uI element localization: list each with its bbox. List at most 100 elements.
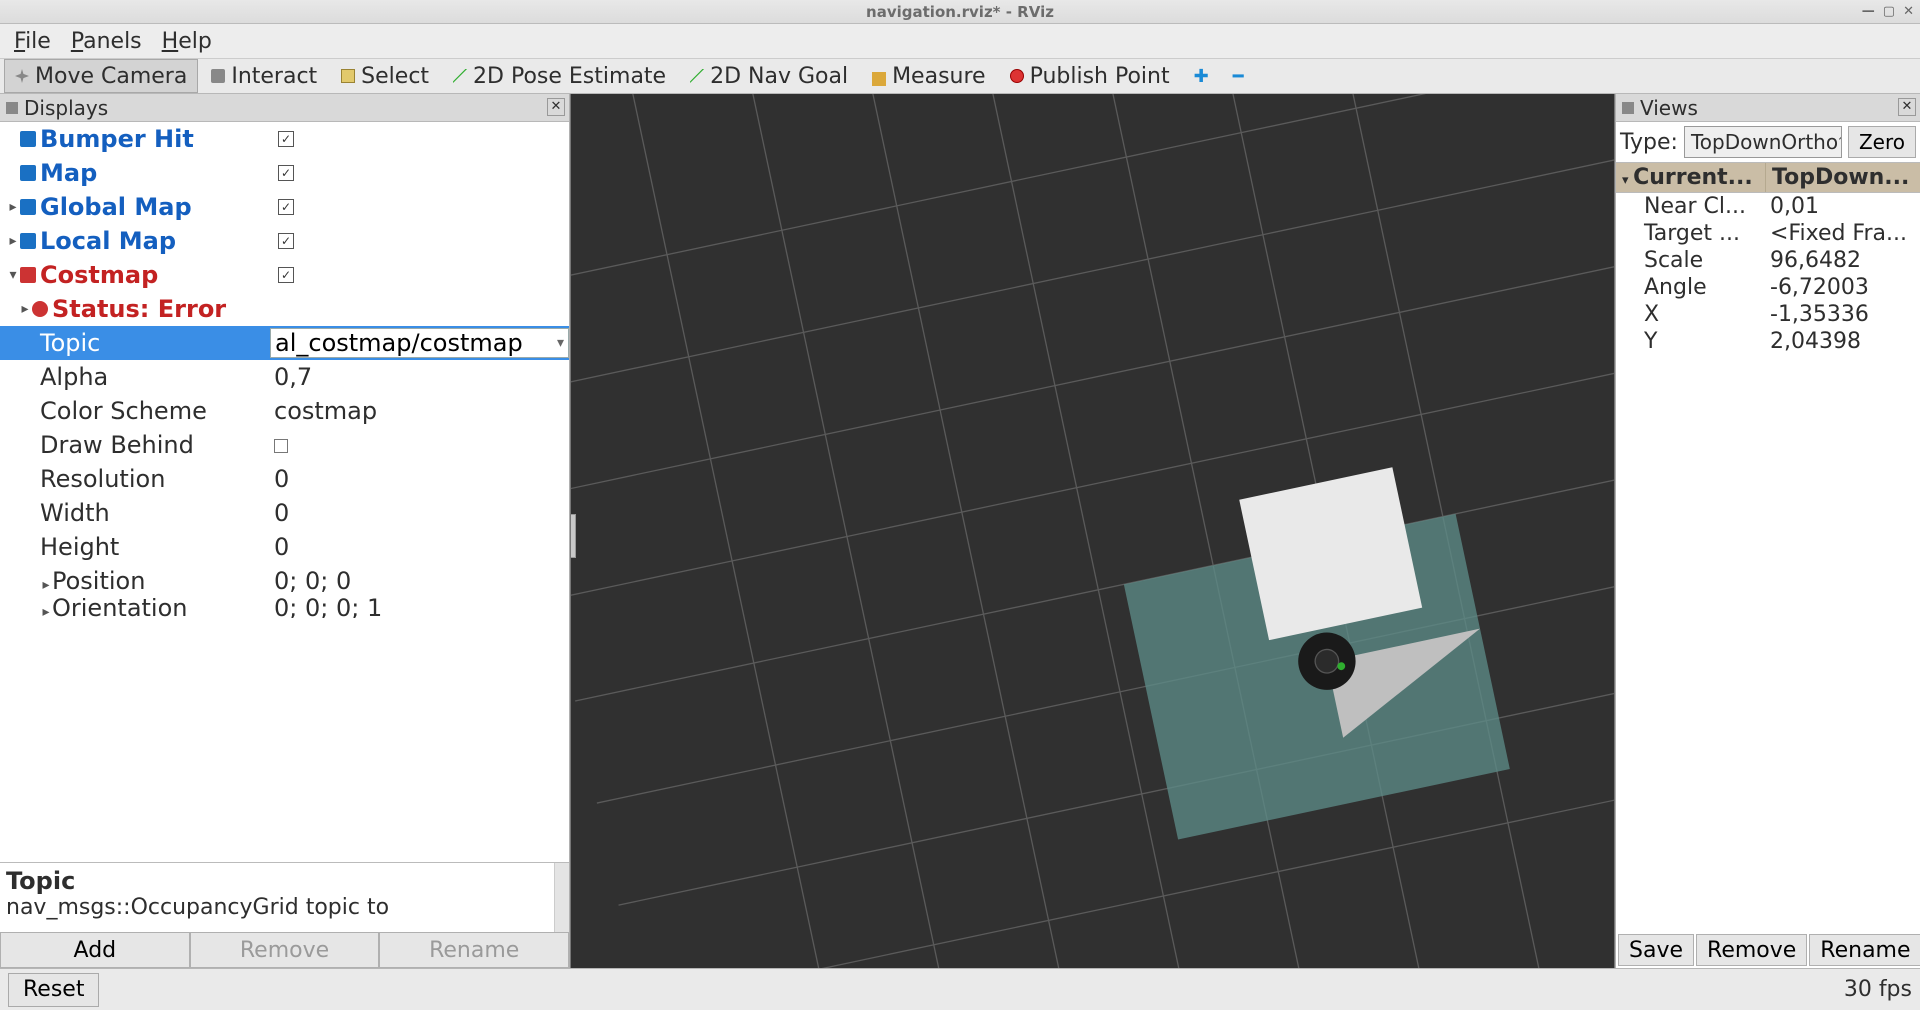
displays-panel-buttons: Add Remove Rename bbox=[0, 932, 569, 968]
checkbox[interactable] bbox=[278, 267, 294, 283]
move-camera-icon bbox=[15, 69, 29, 83]
displays-panel-header[interactable]: Displays ✕ bbox=[0, 94, 569, 122]
view-type-combo[interactable]: TopDownOrtho⇅ bbox=[1684, 126, 1842, 158]
prop-position[interactable]: ▸Position0; 0; 0 bbox=[0, 564, 569, 598]
panel-icon bbox=[1622, 102, 1634, 114]
close-icon[interactable]: ✕ bbox=[1903, 4, 1914, 19]
select-button[interactable]: Select bbox=[330, 59, 440, 93]
nav-goal-button[interactable]: 2D Nav Goal bbox=[679, 59, 859, 93]
menu-file[interactable]: File bbox=[14, 29, 51, 54]
views-tree-header[interactable]: ▾ Current... TopDown... bbox=[1616, 162, 1920, 193]
splitter-handle[interactable] bbox=[570, 514, 576, 558]
add-tool-button[interactable]: ✚ bbox=[1183, 59, 1220, 93]
plus-icon: ✚ bbox=[1194, 66, 1209, 87]
menubar: File Panels Help bbox=[0, 24, 1920, 58]
prop-color-scheme[interactable]: Color Schemecostmap bbox=[0, 394, 569, 428]
prop-alpha[interactable]: Alpha0,7 bbox=[0, 360, 569, 394]
checkbox[interactable] bbox=[278, 131, 294, 147]
expand-icon[interactable]: ▸ bbox=[6, 233, 20, 249]
remove-button[interactable]: Remove bbox=[190, 932, 380, 968]
tree-item-costmap[interactable]: ▾Costmap bbox=[0, 258, 569, 292]
chevron-down-icon[interactable]: ▾ bbox=[557, 335, 564, 351]
collapse-icon[interactable]: ▾ bbox=[6, 267, 20, 283]
publish-point-button[interactable]: Publish Point bbox=[999, 59, 1181, 93]
pose-estimate-button[interactable]: 2D Pose Estimate bbox=[442, 59, 677, 93]
save-button[interactable]: Save bbox=[1618, 934, 1694, 966]
menu-panels[interactable]: Panels bbox=[71, 29, 142, 54]
chevron-down-icon[interactable]: ⇅ bbox=[1838, 135, 1842, 150]
remove-button[interactable]: Remove bbox=[1696, 934, 1807, 966]
checkbox[interactable] bbox=[274, 439, 288, 453]
views-panel-header[interactable]: Views ✕ bbox=[1616, 94, 1920, 122]
add-button[interactable]: Add bbox=[0, 932, 190, 968]
maximize-icon[interactable]: ▢ bbox=[1883, 4, 1895, 19]
status-bar: Reset 30 fps bbox=[0, 968, 1920, 1010]
costmap-region bbox=[1112, 456, 1510, 839]
view-prop-scale[interactable]: Scale96,6482 bbox=[1616, 247, 1920, 274]
arrow-icon bbox=[690, 69, 704, 83]
checkbox[interactable] bbox=[278, 199, 294, 215]
displays-panel: Displays ✕ Bumper Hit Map ▸Global Map ▸L… bbox=[0, 94, 570, 968]
measure-icon bbox=[872, 72, 886, 86]
window-titlebar: navigation.rviz* - RViz — ▢ ✕ bbox=[0, 0, 1920, 24]
arrow-icon bbox=[453, 69, 467, 83]
view-prop-near-clip[interactable]: Near Cl...0,01 bbox=[1616, 193, 1920, 220]
checkbox[interactable] bbox=[278, 233, 294, 249]
prop-width[interactable]: Width0 bbox=[0, 496, 569, 530]
pin-icon bbox=[1010, 69, 1024, 83]
remove-tool-button[interactable]: ━ bbox=[1222, 59, 1255, 93]
prop-topic[interactable]: Topic al_costmap/costmap▾ bbox=[0, 326, 569, 360]
view-type-row: Type: TopDownOrtho⇅ Zero bbox=[1616, 122, 1920, 162]
panel-close-icon[interactable]: ✕ bbox=[1898, 98, 1916, 116]
toolbar: Move Camera Interact Select 2D Pose Esti… bbox=[0, 58, 1920, 94]
error-icon bbox=[32, 301, 48, 317]
prop-orientation[interactable]: ▸Orientation0; 0; 0; 1 bbox=[0, 598, 569, 618]
checkbox[interactable] bbox=[278, 165, 294, 181]
panel-icon bbox=[6, 102, 18, 114]
display-icon bbox=[20, 165, 36, 181]
costmap-properties: Topic al_costmap/costmap▾ Alpha0,7 Color… bbox=[0, 326, 569, 618]
tree-item-global-map[interactable]: ▸Global Map bbox=[0, 190, 569, 224]
measure-button[interactable]: Measure bbox=[861, 59, 997, 93]
fps-label: 30 fps bbox=[1844, 977, 1912, 1002]
window-title: navigation.rviz* - RViz bbox=[866, 3, 1054, 21]
tree-item-map[interactable]: Map bbox=[0, 156, 569, 190]
hand-icon bbox=[211, 69, 225, 83]
expand-icon[interactable]: ▸ bbox=[40, 604, 52, 618]
display-icon bbox=[20, 267, 36, 283]
menu-help[interactable]: Help bbox=[162, 29, 212, 54]
prop-draw-behind[interactable]: Draw Behind bbox=[0, 428, 569, 462]
interact-button[interactable]: Interact bbox=[200, 59, 328, 93]
expand-icon[interactable]: ▸ bbox=[40, 577, 52, 593]
3d-scene bbox=[571, 94, 1614, 968]
rename-button[interactable]: Rename bbox=[379, 932, 569, 968]
topic-combo[interactable]: al_costmap/costmap▾ bbox=[270, 328, 569, 358]
view-prop-target[interactable]: Target ...<Fixed Fra... bbox=[1616, 220, 1920, 247]
expand-icon[interactable]: ▸ bbox=[6, 199, 20, 215]
reset-button[interactable]: Reset bbox=[8, 973, 99, 1007]
views-panel-buttons: Save Remove Rename bbox=[1616, 932, 1920, 968]
expand-icon[interactable]: ▸ bbox=[18, 301, 32, 317]
property-description: Topic nav_msgs::OccupancyGrid topic to bbox=[0, 862, 569, 932]
minus-icon: ━ bbox=[1233, 66, 1244, 87]
displays-tree[interactable]: Bumper Hit Map ▸Global Map ▸Local Map ▾C… bbox=[0, 122, 569, 862]
tree-item-status-error[interactable]: ▸Status: Error bbox=[0, 292, 569, 326]
zero-button[interactable]: Zero bbox=[1848, 126, 1916, 158]
type-label: Type: bbox=[1620, 130, 1678, 155]
view-prop-x[interactable]: X-1,35336 bbox=[1616, 301, 1920, 328]
prop-height[interactable]: Height0 bbox=[0, 530, 569, 564]
prop-resolution[interactable]: Resolution0 bbox=[0, 462, 569, 496]
display-icon bbox=[20, 233, 36, 249]
display-icon bbox=[20, 199, 36, 215]
tree-item-local-map[interactable]: ▸Local Map bbox=[0, 224, 569, 258]
move-camera-button[interactable]: Move Camera bbox=[4, 59, 198, 93]
tree-item-bumper-hit[interactable]: Bumper Hit bbox=[0, 122, 569, 156]
panel-close-icon[interactable]: ✕ bbox=[547, 98, 565, 116]
rename-button[interactable]: Rename bbox=[1809, 934, 1920, 966]
3d-viewport[interactable] bbox=[570, 94, 1615, 968]
select-icon bbox=[341, 69, 355, 83]
view-prop-y[interactable]: Y2,04398 bbox=[1616, 328, 1920, 355]
minimize-icon[interactable]: — bbox=[1862, 4, 1875, 19]
view-prop-angle[interactable]: Angle-6,72003 bbox=[1616, 274, 1920, 301]
display-icon bbox=[20, 131, 36, 147]
